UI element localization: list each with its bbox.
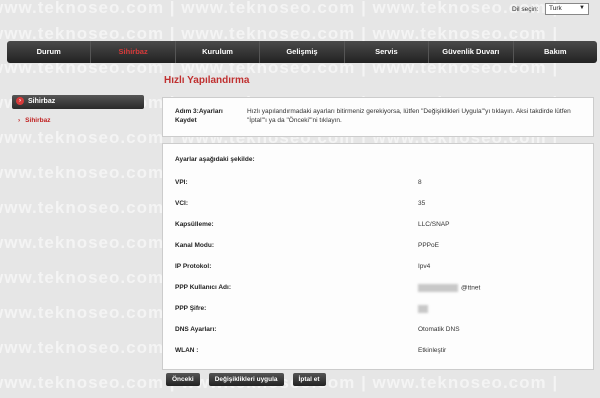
step-label: Adım 3:Ayarları Kaydet [175, 108, 223, 124]
row-value: Otomatik DNS [418, 326, 460, 333]
row-label: IP Protokol: [175, 263, 212, 270]
row-value: PPPoE [418, 242, 439, 249]
row-label: PPP Kullanıcı Adı: [175, 284, 231, 291]
nav-servis[interactable]: Servis [345, 41, 430, 63]
main-nav: Durum Sihirbaz Kurulum Gelişmiş Servis G… [7, 41, 597, 63]
sidebar-section-sihirbaz[interactable]: › Sihirbaz [12, 95, 144, 109]
language-selected: Turk [549, 5, 562, 12]
nav-guvenlik-duvari[interactable]: Güvenlik Duvarı [429, 41, 514, 63]
row-value: 35 [418, 200, 426, 207]
arrow-right-icon: › [18, 117, 21, 124]
apply-changes-button[interactable]: Değişiklikleri uygula [208, 373, 284, 386]
row-value: LLC/SNAP [418, 221, 450, 228]
row-label: VCI: [175, 200, 188, 207]
cancel-button[interactable]: İptal et [292, 373, 326, 386]
row-label: PPP Şifre: [175, 305, 207, 312]
sidebar: › Sihirbaz › Sihirbaz [12, 95, 144, 124]
row-label: WLAN : [175, 347, 199, 354]
settings-row: Kanal Modu: PPPoE [163, 242, 593, 254]
action-buttons: Önceki Değişiklikleri uygula İptal et [166, 373, 326, 386]
row-value: 8 [418, 179, 422, 186]
chevron-right-icon: › [16, 97, 24, 106]
sidebar-item-sihirbaz[interactable]: › Sihirbaz [12, 117, 144, 124]
language-label: Dil seçin: [512, 6, 539, 13]
row-value: Ipv4 [418, 263, 431, 270]
settings-summary-panel: Ayarlar aşağıdaki şekilde: VPI: 8 VCI: 3… [162, 143, 594, 370]
sidebar-section-label: Sihirbaz [28, 98, 56, 105]
step-panel: Adım 3:Ayarları Kaydet Hızlı yapılandırm… [162, 97, 594, 137]
sidebar-item-label: Sihirbaz [25, 117, 51, 124]
row-label: Kanal Modu: [175, 242, 214, 249]
nav-sihirbaz[interactable]: Sihirbaz [91, 41, 176, 63]
previous-button[interactable]: Önceki [166, 373, 200, 386]
row-label: Kapsülleme: [175, 221, 214, 228]
nav-gelismis[interactable]: Gelişmiş [260, 41, 345, 63]
settings-row: Kapsülleme: LLC/SNAP [163, 221, 593, 233]
nav-bakim[interactable]: Bakım [514, 41, 597, 63]
page-title: Hızlı Yapılandırma [164, 75, 250, 86]
settings-row: VPI: 8 [163, 179, 593, 191]
row-label: DNS Ayarları: [175, 326, 217, 333]
chevron-down-icon: ▼ [579, 5, 585, 11]
redacted-password [418, 305, 428, 313]
settings-row: VCI: 35 [163, 200, 593, 212]
redacted-username [418, 284, 458, 292]
row-value: Etkinleştir [418, 347, 447, 354]
settings-row: PPP Şifre: [163, 305, 593, 317]
row-value-password [418, 305, 431, 313]
settings-row: WLAN : Etkinleştir [163, 347, 593, 359]
row-value-username: @ttnet [418, 284, 480, 292]
step-description: Hızlı yapılandırmadaki ayarları bitirmen… [247, 108, 571, 124]
nav-kurulum[interactable]: Kurulum [176, 41, 261, 63]
username-suffix: @ttnet [461, 284, 481, 292]
nav-durum[interactable]: Durum [7, 41, 92, 63]
row-label: VPI: [175, 179, 188, 186]
settings-heading: Ayarlar aşağıdaki şekilde: [175, 156, 255, 163]
settings-row: IP Protokol: Ipv4 [163, 263, 593, 275]
top-bar: Dil seçin: Turk ▼ [0, 0, 600, 40]
settings-row: DNS Ayarları: Otomatik DNS [163, 326, 593, 338]
language-select[interactable]: Turk ▼ [545, 3, 589, 15]
settings-row: PPP Kullanıcı Adı: @ttnet [163, 284, 593, 296]
